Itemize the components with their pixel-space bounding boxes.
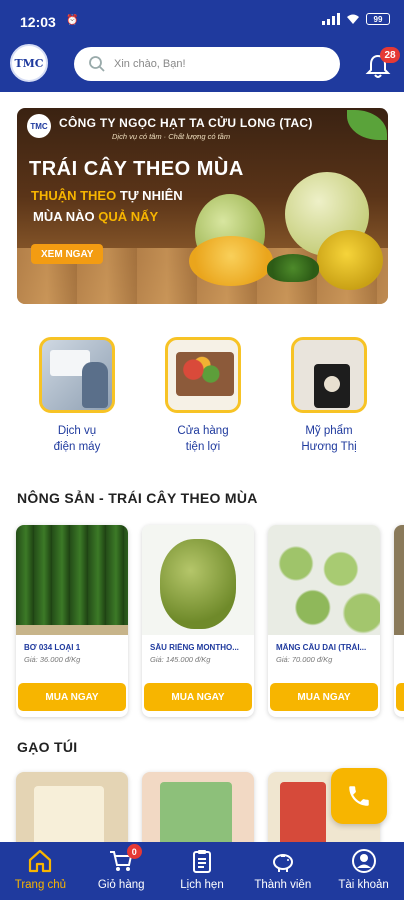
category-label: Cửa hàng tiện lợi <box>153 423 253 455</box>
cosmetics-portrait-shape <box>324 376 340 392</box>
battery-icon: 99 <box>366 13 390 25</box>
category-label-line1: Mỹ phẩm <box>305 425 353 437</box>
battery-level: 99 <box>373 14 383 24</box>
bottom-navigation: Trang chủ 0 Giỏ hàng Lịch hẹn Thành viên… <box>0 842 404 900</box>
banner-tagline-1: THUẬN THEO TỰ NHIÊN <box>31 188 183 203</box>
piggy-bank-icon <box>272 854 293 872</box>
home-icon <box>29 849 52 873</box>
category-label-line2: điện máy <box>53 441 101 453</box>
rice-bag-image <box>280 782 326 844</box>
product-image-durian <box>142 525 254 635</box>
nav-label: Giỏ hàng <box>97 879 145 891</box>
technician-shape <box>82 362 108 408</box>
category-label-line1: Cửa hàng <box>177 425 229 437</box>
nav-label: Thành viên <box>254 879 312 891</box>
leaf-image <box>347 110 387 140</box>
buy-now-button[interactable] <box>396 683 404 711</box>
category-cosmetics[interactable]: Mỹ phẩm Hương Thị <box>279 337 379 455</box>
signal-icon <box>322 13 340 25</box>
rice-product-card[interactable] <box>142 772 254 844</box>
cart-badge: 0 <box>126 844 142 859</box>
user-icon <box>351 849 376 873</box>
buy-now-button[interactable]: MUA NGAY <box>144 683 252 711</box>
product-image <box>394 525 404 635</box>
notification-badge: 28 <box>380 47 400 63</box>
section-title-seasonal: NÔNG SẢN - TRÁI CÂY THEO MÙA <box>17 490 258 506</box>
category-label-line1: Dịch vụ <box>57 425 97 437</box>
convenience-store-image <box>165 337 241 413</box>
product-image-avocado <box>16 525 128 635</box>
status-icons: 99 <box>322 13 390 25</box>
logo-text: TMC <box>14 56 44 70</box>
clipboard-icon <box>192 850 211 873</box>
category-electronics-service[interactable]: Dịch vụ điện máy <box>27 337 127 455</box>
product-price: Giá: 145.000 đ/Kg <box>150 655 211 664</box>
banner-view-now-button[interactable]: XEM NGAY <box>31 244 104 264</box>
nav-label: Tài khoản <box>338 879 389 891</box>
status-bar: 12:03 ⏰ 99 <box>0 0 404 38</box>
category-convenience-store[interactable]: Cửa hàng tiện lợi <box>153 337 253 455</box>
category-label: Dịch vụ điện máy <box>27 423 127 455</box>
category-label-line2: Hương Thị <box>301 441 357 453</box>
phone-icon <box>349 786 369 806</box>
search-placeholder: Xin chào, Bạn! <box>114 58 186 70</box>
nav-cart[interactable]: 0 Giỏ hàng <box>81 842 162 900</box>
banner-tagline-2b: QUẢ NẤY <box>98 209 159 224</box>
nav-account[interactable]: Tài khoản <box>323 842 404 900</box>
search-icon <box>89 56 105 72</box>
status-time: 12:03 <box>20 14 56 30</box>
banner-company-name: CÔNG TY NGỌC HẠT TA CỬU LONG (TAC) <box>59 116 313 130</box>
product-name: BƠ 034 LOẠI 1 <box>24 643 81 652</box>
search-bar[interactable]: Xin chào, Bạn! <box>74 47 340 81</box>
category-label-line2: tiện lợi <box>185 441 221 453</box>
buy-now-button[interactable]: MUA NGAY <box>18 683 126 711</box>
durian-image <box>317 230 383 290</box>
nav-membership[interactable]: Thành viên <box>242 842 323 900</box>
product-card[interactable]: MÃNG CẦU DAI (TRÁI... Giá: 70.000 đ/Kg M… <box>268 525 380 717</box>
banner-tagline-1a: THUẬN THEO <box>31 188 117 203</box>
category-label: Mỹ phẩm Hương Thị <box>279 423 379 455</box>
banner-slogan: Dịch vụ có tâm · Chất lượng có tầm <box>112 132 231 141</box>
product-name: MÃNG CẦU DAI (TRÁI... <box>276 643 367 652</box>
avocado-image <box>267 254 319 282</box>
product-price: Giá: 36.000 đ/Kg <box>24 655 81 664</box>
nav-home[interactable]: Trang chủ <box>0 842 81 900</box>
buy-now-button[interactable]: MUA NGAY <box>270 683 378 711</box>
product-name: SẦU RIÊNG MONTHO... <box>150 643 239 652</box>
banner-tagline-2: MÙA NÀO QUẢ NẤY <box>33 209 158 224</box>
product-card[interactable]: SẦU RIÊNG MONTHO... Giá: 145.000 đ/Kg MU… <box>142 525 254 717</box>
product-price: Giá: 70.000 đ/Kg <box>276 655 333 664</box>
promo-banner[interactable]: TMC CÔNG TY NGỌC HẠT TA CỬU LONG (TAC) D… <box>17 108 388 304</box>
nav-label: Lịch hẹn <box>180 879 224 891</box>
nav-label: Trang chủ <box>14 879 67 891</box>
banner-logo-text: TMC <box>30 121 48 131</box>
rice-bag-image <box>160 782 232 844</box>
grocery-basket-shape <box>176 352 234 396</box>
rice-product-card[interactable] <box>16 772 128 844</box>
durian-shape <box>160 539 236 629</box>
banner-tagline-2a: MÙA NÀO <box>33 209 95 224</box>
section-title-rice: GẠO TÚI <box>17 739 78 755</box>
banner-title: TRÁI CÂY THEO MÙA <box>29 158 244 180</box>
product-card[interactable]: BƠ 034 LOẠI 1 Giá: 36.000 đ/Kg MUA NGAY <box>16 525 128 717</box>
cosmetics-image <box>291 337 367 413</box>
half-melon-image <box>189 236 273 286</box>
call-button[interactable] <box>331 768 387 824</box>
nav-appointments[interactable]: Lịch hẹn <box>162 842 243 900</box>
crate-edge-shape <box>16 625 128 635</box>
wifi-icon <box>347 14 359 24</box>
alarm-icon: ⏰ <box>66 15 79 26</box>
rice-bag-image <box>34 786 104 844</box>
app-logo[interactable]: TMC <box>10 44 48 82</box>
product-image-custard-apple <box>268 525 380 635</box>
banner-tagline-1b: TỰ NHIÊN <box>119 188 183 203</box>
electronics-service-image <box>39 337 115 413</box>
banner-logo: TMC <box>27 114 51 138</box>
product-card-peek[interactable] <box>394 525 404 717</box>
app-header: 12:03 ⏰ 99 TMC Xin chào, Bạn! 28 <box>0 0 404 92</box>
